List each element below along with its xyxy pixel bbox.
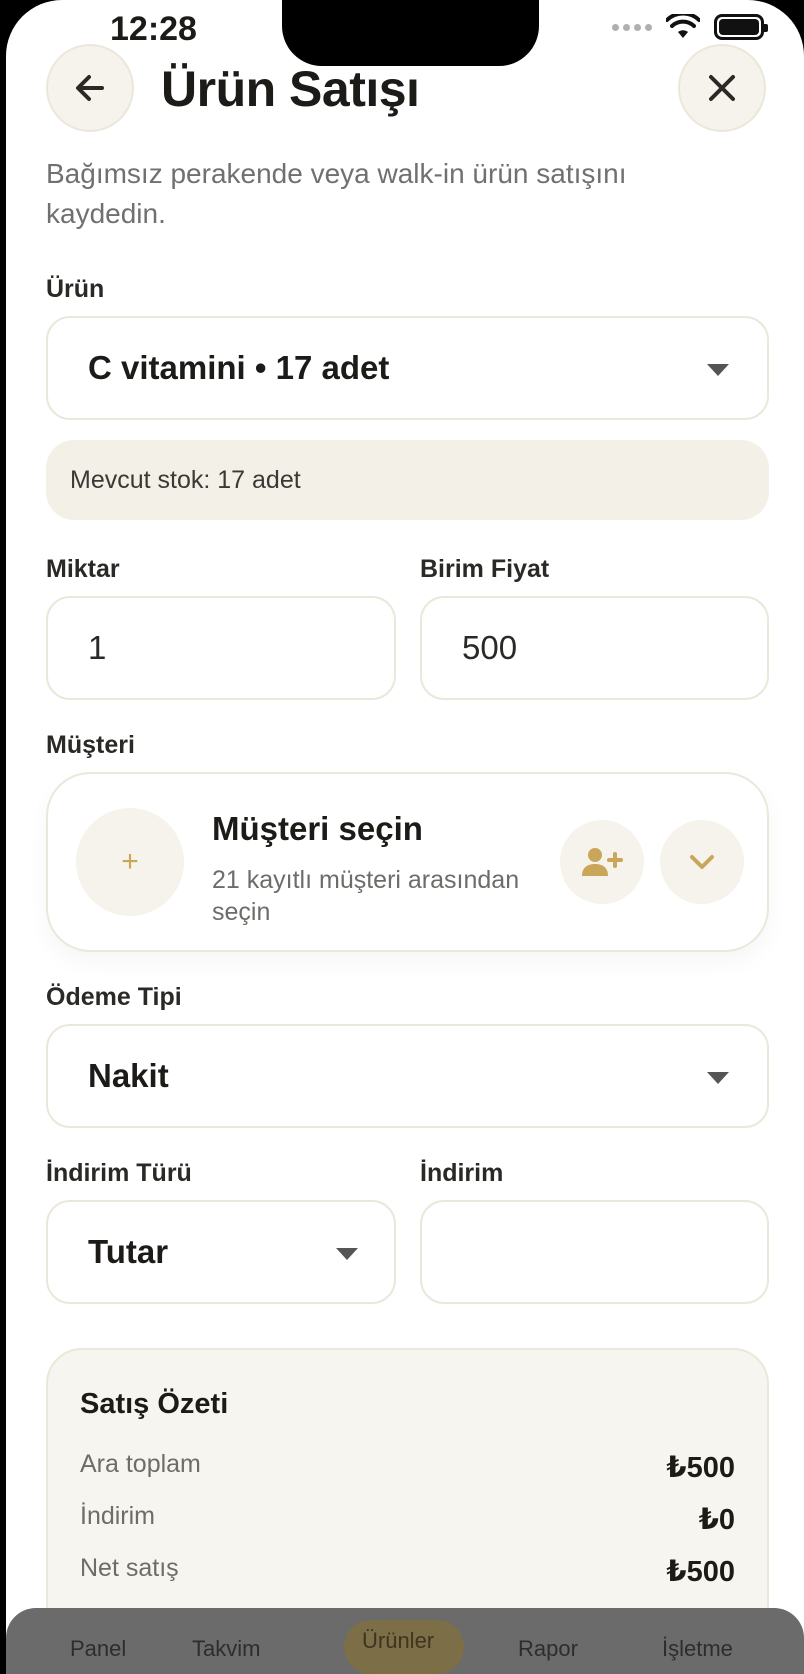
unit-price-input[interactable]: 500	[420, 596, 769, 700]
tab-products[interactable]: Ürünler	[362, 1628, 434, 1654]
caret-down-icon	[336, 1248, 358, 1260]
summary-row-amount: ₺0	[698, 1504, 735, 1536]
close-icon	[709, 75, 735, 101]
add-customer-avatar[interactable]: +	[76, 808, 184, 916]
status-time: 12:28	[110, 10, 197, 48]
stock-info: Mevcut stok: 17 adet	[46, 440, 769, 520]
summary-title: Satış Özeti	[80, 1388, 229, 1420]
customer-subtitle: 21 kayıtlı müşteri arasından seçin	[212, 866, 520, 926]
back-button[interactable]	[46, 44, 134, 132]
discount-type-label: İndirim Türü	[46, 1159, 192, 1187]
quantity-input[interactable]: 1	[46, 596, 396, 700]
payment-label: Ödeme Tipi	[46, 983, 182, 1011]
summary-row-amount: ₺500	[666, 1452, 735, 1484]
unit-price-label: Birim Fiyat	[420, 555, 550, 583]
caret-down-icon	[707, 364, 729, 376]
status-icons	[612, 14, 768, 40]
quantity-value: 1	[88, 629, 107, 666]
battery-icon	[714, 14, 768, 40]
tab-report[interactable]: Rapor	[518, 1636, 578, 1662]
quantity-label: Miktar	[46, 555, 120, 583]
product-selected-value: C vitamini • 17 adet	[88, 349, 390, 386]
summary-row-label: Net satış	[80, 1554, 179, 1582]
arrow-left-icon	[76, 75, 104, 101]
page-title: Ürün Satışı	[161, 61, 420, 117]
tab-panel[interactable]: Panel	[70, 1636, 126, 1662]
user-plus-icon	[582, 848, 623, 876]
tab-business[interactable]: İşletme	[662, 1636, 733, 1662]
summary-row-amount: ₺500	[666, 1556, 735, 1588]
summary-row-label: İndirim	[80, 1502, 156, 1530]
payment-selected-value: Nakit	[88, 1057, 169, 1094]
dynamic-island	[282, 0, 539, 66]
summary-row-subtotal: Ara toplam ₺500	[80, 1450, 735, 1485]
discount-type-value: Tutar	[88, 1233, 169, 1270]
chevron-down-icon	[690, 855, 714, 869]
wifi-icon	[666, 14, 700, 38]
summary-row-discount: İndirim ₺0	[80, 1502, 735, 1537]
page-description: Bağımsız perakende veya walk-in ürün sat…	[46, 158, 627, 229]
payment-select[interactable]: Nakit	[46, 1024, 769, 1128]
discount-type-select[interactable]: Tutar	[46, 1200, 396, 1304]
discount-label: İndirim	[420, 1159, 504, 1187]
signal-icon	[612, 23, 652, 31]
plus-icon: +	[121, 845, 139, 878]
expand-customers-button[interactable]	[660, 820, 744, 904]
discount-input[interactable]	[420, 1200, 769, 1304]
customer-title: Müşteri seçin	[212, 810, 423, 847]
tab-bar: Panel Takvim Ürünler Rapor İşletme	[6, 1608, 804, 1674]
new-customer-button[interactable]	[560, 820, 644, 904]
product-select[interactable]: C vitamini • 17 adet	[46, 316, 769, 420]
caret-down-icon	[707, 1072, 729, 1084]
close-button[interactable]	[678, 44, 766, 132]
unit-price-value: 500	[462, 629, 518, 666]
summary-row-label: Ara toplam	[80, 1450, 201, 1478]
product-label: Ürün	[46, 275, 105, 303]
customer-label: Müşteri	[46, 731, 135, 759]
customer-picker[interactable]: + Müşteri seçin 21 kayıtlı müşteri arası…	[46, 772, 769, 952]
tab-calendar[interactable]: Takvim	[192, 1636, 260, 1662]
sale-sheet: 12:28 Ürün Satışı Bağımsız perakende vey…	[6, 0, 804, 1674]
stock-info-text: Mevcut stok: 17 adet	[70, 465, 301, 494]
summary-row-net: Net satış ₺500	[80, 1554, 735, 1589]
